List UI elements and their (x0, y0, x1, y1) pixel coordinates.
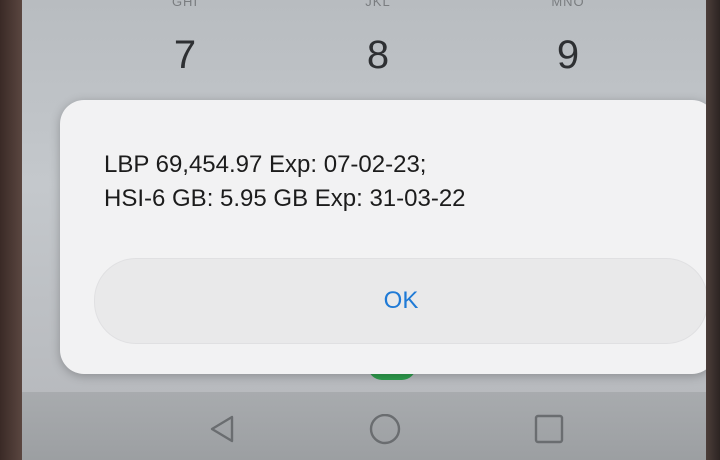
dialpad-key-digit: 9 (556, 33, 580, 77)
dialpad-key-9[interactable]: MNO 9 (508, 0, 628, 75)
dialog-message-line: HSI-6 GB: 5.95 GB Exp: 31-03-22 (104, 185, 466, 212)
dialog-message-line: LBP 69,454.97 Exp: 07-02-23; (104, 151, 427, 178)
navigation-bar (22, 392, 706, 460)
dialpad-key-letters: GHI (171, 0, 199, 9)
ok-button[interactable]: OK (94, 258, 706, 344)
dialpad-key-8[interactable]: JKL 8 (318, 0, 438, 75)
phone-bezel-left (0, 0, 22, 460)
dialog-message: LBP 69,454.97 Exp: 07-02-23; HSI-6 GB: 5… (104, 148, 466, 216)
phone-screen: GHI 7 JKL 8 MNO 9 LBP 69,454.97 Exp: 07-… (22, 0, 706, 460)
dialpad-key-letters: JKL (365, 0, 391, 9)
back-icon[interactable] (208, 414, 236, 449)
dialpad-key-7[interactable]: GHI 7 (125, 0, 245, 75)
dialpad-key-letters: MNO (551, 0, 585, 9)
home-icon[interactable] (368, 413, 402, 453)
dialpad-key-digit: 7 (173, 33, 197, 77)
dialpad-key-digit: 8 (366, 33, 390, 77)
ussd-dialog: LBP 69,454.97 Exp: 07-02-23; HSI-6 GB: 5… (60, 100, 706, 374)
phone-bezel-right (706, 0, 720, 460)
recent-apps-icon[interactable] (534, 414, 564, 449)
